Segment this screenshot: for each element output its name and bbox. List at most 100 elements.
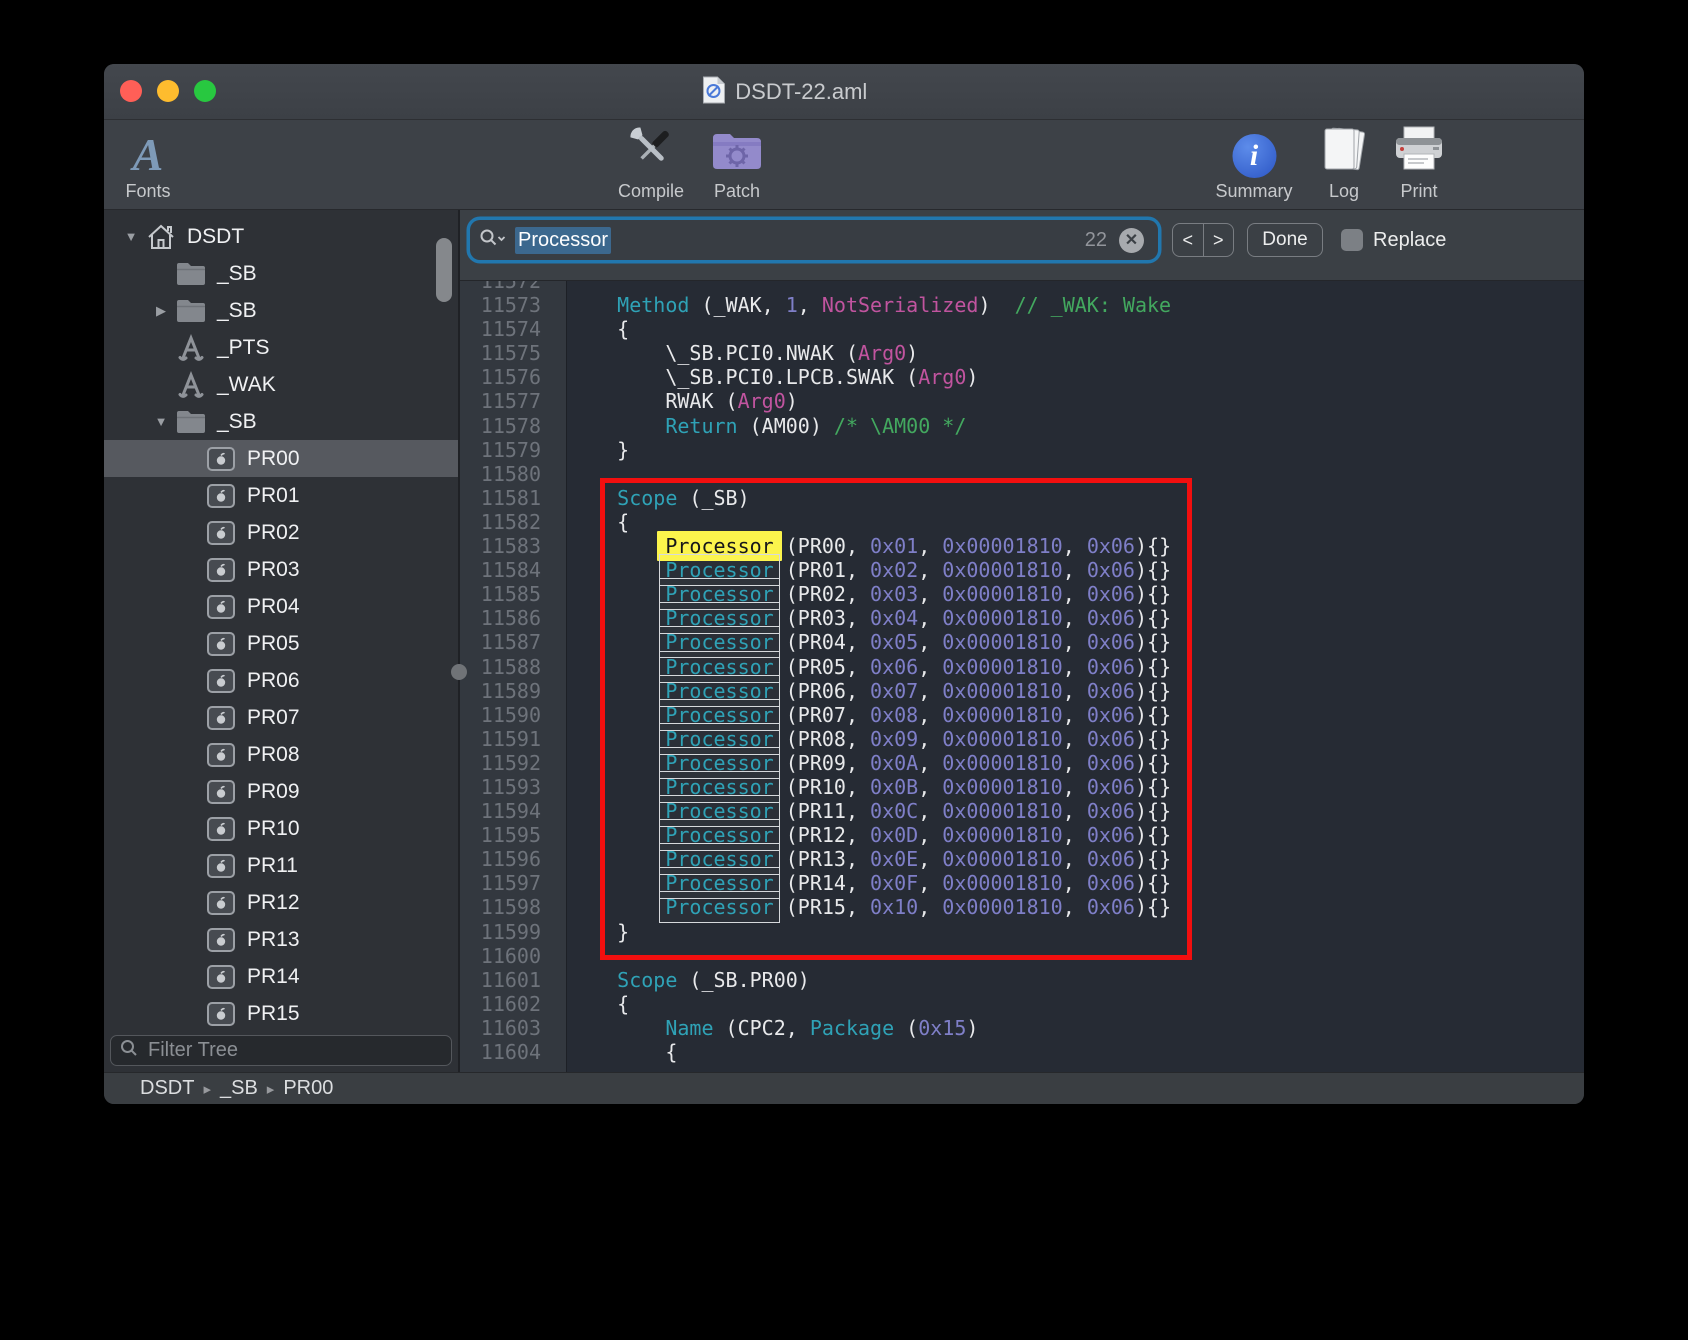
log-pages-icon xyxy=(1319,125,1369,178)
find-next-button[interactable]: > xyxy=(1204,224,1234,256)
patch-button[interactable]: Patch xyxy=(710,124,764,208)
code-line-11581[interactable]: 11581 Scope (_SB) xyxy=(460,486,1584,510)
code-editor[interactable]: 1157211573 Method (_WAK, 1, NotSerialize… xyxy=(460,281,1584,1072)
sidebar-item-sb-5[interactable]: ▼_SB xyxy=(104,403,458,440)
patch-folder-icon xyxy=(710,129,764,178)
code-line-11599[interactable]: 11599 } xyxy=(460,920,1584,944)
search-menu-icon[interactable] xyxy=(480,229,507,252)
zoom-button[interactable] xyxy=(194,80,216,102)
code-line-11574[interactable]: 11574 { xyxy=(460,317,1584,341)
code-line-11593[interactable]: 11593 Processor (PR10, 0x0B, 0x00001810,… xyxy=(460,775,1584,799)
processor-icon xyxy=(204,483,238,509)
tree-item-label: PR01 xyxy=(247,484,300,508)
code-line-11572[interactable]: 11572 xyxy=(460,281,1584,293)
code-text: } xyxy=(554,920,629,944)
line-number: 11599 xyxy=(460,920,554,944)
window-title: DSDT-22.aml xyxy=(735,79,867,105)
sidebar-item-pr15-21[interactable]: PR15 xyxy=(104,995,458,1032)
sidebar-item-pts-3[interactable]: _PTS xyxy=(104,329,458,366)
code-line-11589[interactable]: 11589 Processor (PR06, 0x07, 0x00001810,… xyxy=(460,679,1584,703)
find-bar: Processor 22 ✕ < > Done Replace xyxy=(460,210,1584,281)
sidebar-item-pr00-6[interactable]: PR00 xyxy=(104,440,458,477)
code-line-11573[interactable]: 11573 Method (_WAK, 1, NotSerialized) //… xyxy=(460,293,1584,317)
processor-icon xyxy=(204,890,238,916)
breadcrumb-separator-icon: ▸ xyxy=(267,1080,275,1098)
printer-icon xyxy=(1392,125,1446,178)
done-button[interactable]: Done xyxy=(1247,223,1323,257)
code-line-11576[interactable]: 11576 \_SB.PCI0.LPCB.SWAK (Arg0) xyxy=(460,365,1584,389)
sidebar-item-pr12-18[interactable]: PR12 xyxy=(104,884,458,921)
code-line-11585[interactable]: 11585 Processor (PR02, 0x03, 0x00001810,… xyxy=(460,582,1584,606)
sidebar-item-pr11-17[interactable]: PR11 xyxy=(104,847,458,884)
code-line-11588[interactable]: 11588 Processor (PR05, 0x06, 0x00001810,… xyxy=(460,655,1584,679)
sidebar-item-dsdt-0[interactable]: ▼DSDT xyxy=(104,218,458,255)
code-line-11594[interactable]: 11594 Processor (PR11, 0x0C, 0x00001810,… xyxy=(460,799,1584,823)
filter-tree-input[interactable] xyxy=(146,1038,442,1063)
replace-label: Replace xyxy=(1373,223,1446,257)
sidebar-item-pr07-13[interactable]: PR07 xyxy=(104,699,458,736)
sidebar-item-pr09-15[interactable]: PR09 xyxy=(104,773,458,810)
code-line-11575[interactable]: 11575 \_SB.PCI0.NWAK (Arg0) xyxy=(460,341,1584,365)
code-text: Scope (_SB) xyxy=(554,486,750,510)
code-line-11582[interactable]: 11582 { xyxy=(460,510,1584,534)
replace-checkbox[interactable] xyxy=(1341,229,1363,251)
code-line-11590[interactable]: 11590 Processor (PR07, 0x08, 0x00001810,… xyxy=(460,703,1584,727)
code-line-11597[interactable]: 11597 Processor (PR14, 0x0F, 0x00001810,… xyxy=(460,871,1584,895)
sidebar-item-pr02-8[interactable]: PR02 xyxy=(104,514,458,551)
sidebar-item-pr08-14[interactable]: PR08 xyxy=(104,736,458,773)
print-button[interactable]: Print xyxy=(1392,124,1446,208)
line-number: 11585 xyxy=(460,582,554,606)
sidebar-item-pr01-7[interactable]: PR01 xyxy=(104,477,458,514)
code-line-11592[interactable]: 11592 Processor (PR09, 0x0A, 0x00001810,… xyxy=(460,751,1584,775)
code-line-11586[interactable]: 11586 Processor (PR03, 0x04, 0x00001810,… xyxy=(460,606,1584,630)
sidebar-item-wak-4[interactable]: _WAK xyxy=(104,366,458,403)
code-line-11591[interactable]: 11591 Processor (PR08, 0x09, 0x00001810,… xyxy=(460,727,1584,751)
fonts-button[interactable]: A Fonts xyxy=(125,124,170,208)
minimize-button[interactable] xyxy=(157,80,179,102)
close-button[interactable] xyxy=(120,80,142,102)
code-line-11583[interactable]: 11583 Processor (PR00, 0x01, 0x00001810,… xyxy=(460,534,1584,558)
code-line-11598[interactable]: 11598 Processor (PR15, 0x10, 0x00001810,… xyxy=(460,895,1584,919)
sidebar-item-pr04-10[interactable]: PR04 xyxy=(104,588,458,625)
summary-button[interactable]: i Summary xyxy=(1215,124,1292,208)
sidebar-scrollbar-thumb[interactable] xyxy=(436,238,452,302)
tree-item-label: _SB xyxy=(217,262,257,286)
sidebar-item-pr10-16[interactable]: PR10 xyxy=(104,810,458,847)
code-line-11600[interactable]: 11600 xyxy=(460,944,1584,968)
sidebar-item-sb-1[interactable]: _SB xyxy=(104,255,458,292)
sidebar-item-pr05-11[interactable]: PR05 xyxy=(104,625,458,662)
code-line-11595[interactable]: 11595 Processor (PR12, 0x0D, 0x00001810,… xyxy=(460,823,1584,847)
disclosure-triangle-icon[interactable]: ▶ xyxy=(148,303,174,319)
sidebar-item-pr14-20[interactable]: PR14 xyxy=(104,958,458,995)
splitter-handle[interactable] xyxy=(451,664,467,680)
sidebar-item-sb-2[interactable]: ▶ _SB xyxy=(104,292,458,329)
sidebar-item-pr03-9[interactable]: PR03 xyxy=(104,551,458,588)
find-input[interactable]: Processor 22 ✕ xyxy=(470,220,1158,260)
content-area: ▼DSDT _SB ▶ _SB _PTS_WAK▼_SBPR00 PR01 PR02PR03… xyxy=(104,210,1584,1072)
sidebar-item-pr06-12[interactable]: PR06 xyxy=(104,662,458,699)
sidebar-item-pr13-19[interactable]: PR13 xyxy=(104,921,458,958)
code-line-11577[interactable]: 11577 RWAK (Arg0) xyxy=(460,389,1584,413)
code-line-11604[interactable]: 11604 { xyxy=(460,1040,1584,1064)
log-button[interactable]: Log xyxy=(1319,124,1369,208)
find-previous-button[interactable]: < xyxy=(1173,224,1204,256)
code-text: Processor (PR09, 0x0A, 0x00001810, 0x06)… xyxy=(554,751,1171,775)
clear-search-icon[interactable]: ✕ xyxy=(1119,228,1144,253)
disclosure-triangle-icon[interactable]: ▼ xyxy=(148,414,174,429)
code-line-11596[interactable]: 11596 Processor (PR13, 0x0E, 0x00001810,… xyxy=(460,847,1584,871)
code-line-11584[interactable]: 11584 Processor (PR01, 0x02, 0x00001810,… xyxy=(460,558,1584,582)
tree-item-label: _SB xyxy=(217,299,257,323)
line-number: 11597 xyxy=(460,871,554,895)
code-line-11579[interactable]: 11579 } xyxy=(460,438,1584,462)
code-line-11587[interactable]: 11587 Processor (PR04, 0x05, 0x00001810,… xyxy=(460,630,1584,654)
code-line-11580[interactable]: 11580 xyxy=(460,462,1584,486)
code-line-11601[interactable]: 11601 Scope (_SB.PR00) xyxy=(460,968,1584,992)
code-line-11602[interactable]: 11602 { xyxy=(460,992,1584,1016)
line-number: 11588 xyxy=(460,655,554,679)
compile-button[interactable]: Compile xyxy=(618,124,684,208)
disclosure-triangle-icon[interactable]: ▼ xyxy=(118,229,144,244)
code-line-11603[interactable]: 11603 Name (CPC2, Package (0x15) xyxy=(460,1016,1584,1040)
line-number: 11595 xyxy=(460,823,554,847)
code-text: Processor (PR01, 0x02, 0x00001810, 0x06)… xyxy=(554,558,1171,582)
code-line-11578[interactable]: 11578 Return (AM00) /* \AM00 */ xyxy=(460,414,1584,438)
